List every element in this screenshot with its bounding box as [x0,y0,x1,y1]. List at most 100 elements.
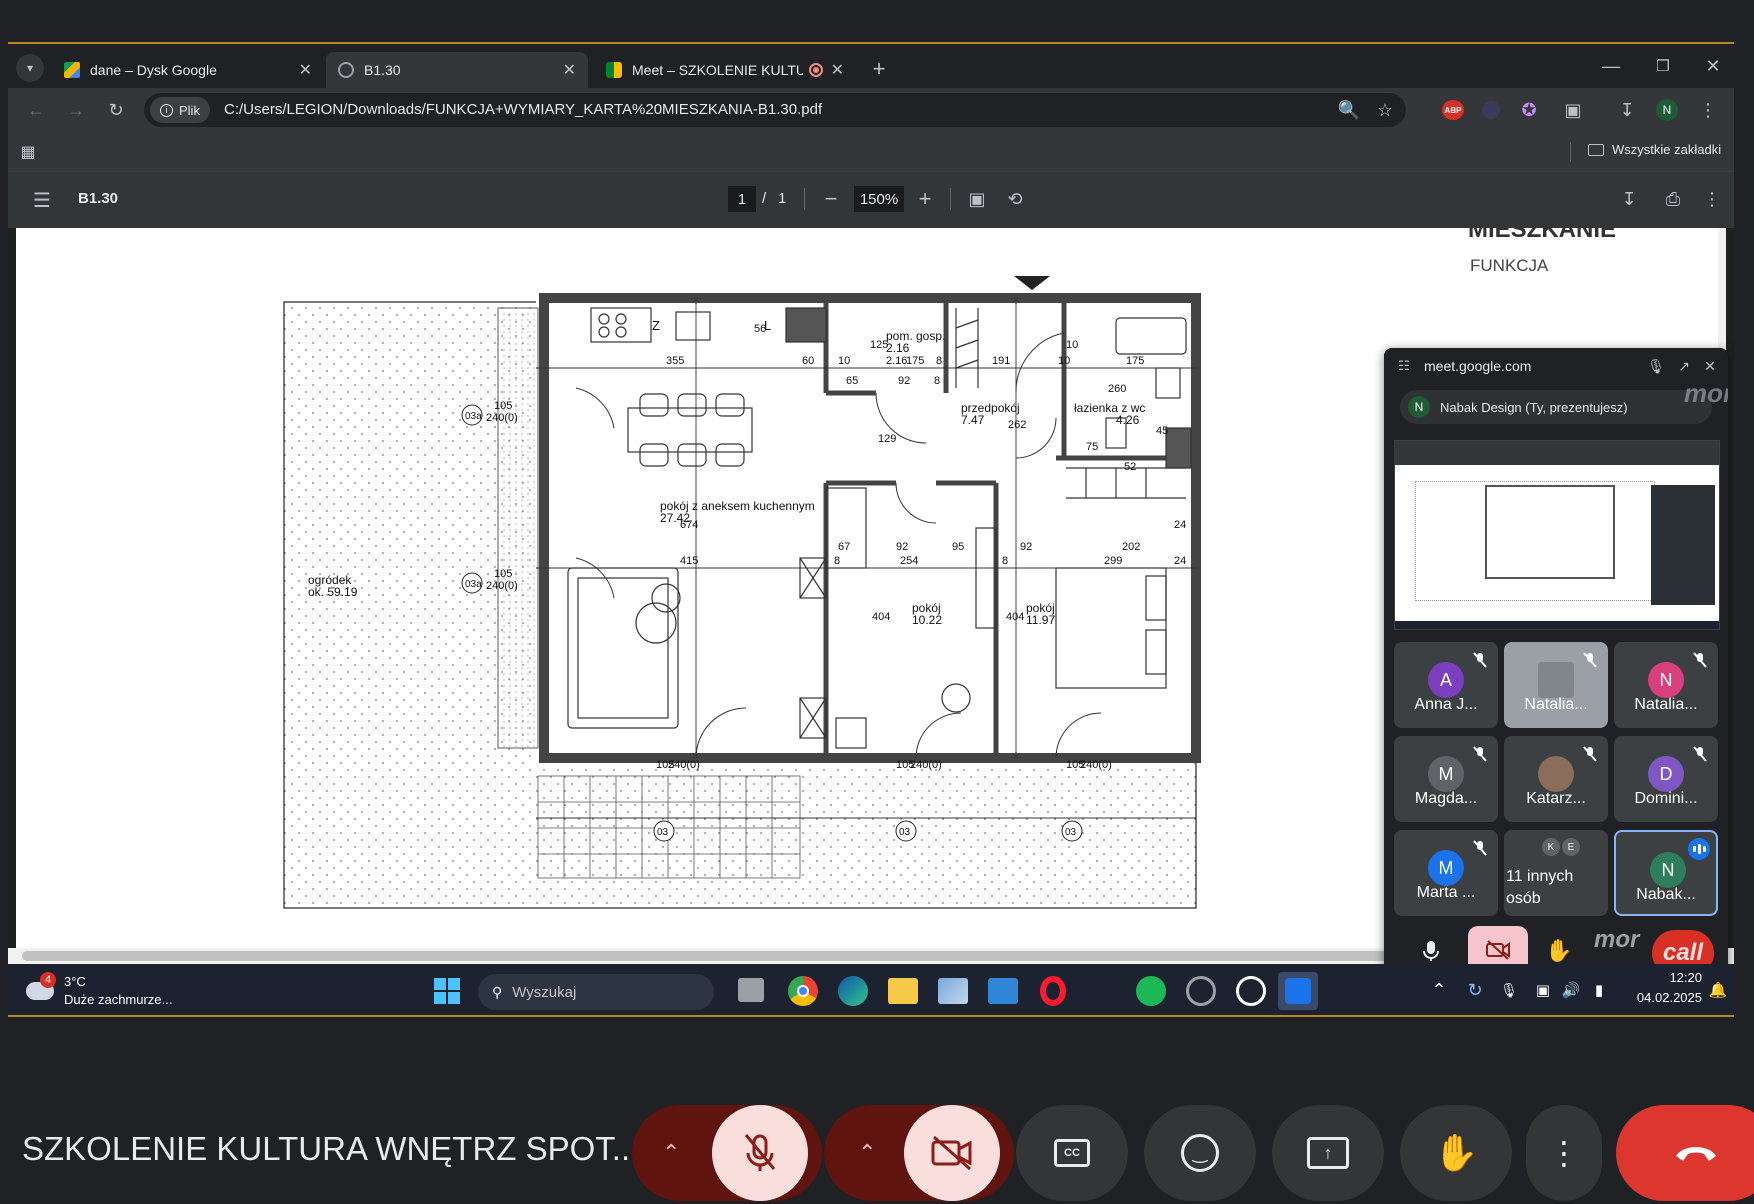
close-icon[interactable]: ✕ [563,60,576,80]
chrome-icon[interactable] [788,976,818,1006]
svg-text:355: 355 [666,355,684,367]
zoom-out-icon[interactable]: − [818,186,844,212]
zoom-level-input[interactable]: 150% [854,186,904,212]
scrollbar-thumb[interactable] [22,951,1522,961]
chevron-up-icon: ⌃ [858,1140,877,1165]
tab-google-meet[interactable]: Meet – SZKOLENIE KULTUR ✕ [594,52,856,88]
sync-icon[interactable]: ↻ [1464,978,1486,1002]
svg-text:8: 8 [936,355,942,367]
network-icon[interactable]: ▣ [1532,978,1554,1002]
page-separator: / [762,190,767,207]
reactions-button[interactable]: ‿ [1144,1105,1256,1201]
kebab-menu-icon[interactable]: ⋮ [1698,97,1718,123]
minimize-icon[interactable]: — [1596,52,1626,80]
present-screen-button[interactable]: ↑ [1272,1105,1384,1201]
file-explorer-icon[interactable] [888,978,918,1004]
rotate-icon[interactable]: ⟲ [1002,186,1028,212]
battery-icon[interactable]: ▮ [1588,978,1610,1002]
close-icon[interactable]: ✕ [299,60,312,80]
volume-icon[interactable]: 🔊 [1560,978,1582,1002]
zoom-in-icon[interactable]: + [912,186,938,212]
tab-search-chevron-icon[interactable]: ▾ [16,54,44,82]
all-bookmarks-button[interactable]: Wszystkie zakładki [1588,142,1721,157]
search-placeholder: Wyszukaj [512,983,577,1001]
meet-pip-window[interactable]: ☷ meet.google.com 🎙 ↗ ✕ N Nabak Design (… [1384,348,1728,988]
extensions-icon[interactable]: ▣ [1560,97,1586,123]
raise-hand-button[interactable]: ✋ [1400,1105,1512,1201]
download-icon[interactable]: ↧ [1614,97,1640,123]
forward-arrow-icon[interactable]: → [62,96,90,124]
restore-icon[interactable]: ❐ [1648,52,1678,80]
microphone-icon[interactable]: 🎙 [1498,978,1520,1002]
app-icon[interactable] [1186,976,1216,1006]
meet-control-bar: SZKOLENIE KULTURA WNĘTRZ SPOT... ⌃ ⌃ CC … [0,1080,1754,1204]
page-number-input[interactable]: 1 [728,186,756,212]
kebab-menu-icon[interactable]: ⋮ [1702,186,1722,212]
steam-like-icon[interactable] [1236,976,1266,1006]
tab-pdf-b130[interactable]: B1.30 ✕ [326,52,588,88]
self-participant-tile[interactable]: N Nabak... [1614,830,1718,916]
close-icon[interactable]: ✕ [1700,356,1720,376]
other-participants-tile[interactable]: K E 11 innych osób [1504,830,1608,916]
edge-icon[interactable] [838,976,868,1006]
fit-page-icon[interactable]: ▣ [964,186,990,212]
participant-tile[interactable]: A Anna J... [1394,642,1498,728]
new-tab-plus-icon[interactable]: + [866,56,892,82]
svg-text:105: 105 [494,568,512,580]
captions-button[interactable]: CC [1016,1105,1128,1201]
participant-tile[interactable]: Natalia... [1504,642,1608,728]
back-to-tab-icon[interactable]: ↗ [1674,356,1694,376]
svg-text:7.47: 7.47 [961,413,985,427]
site-settings-icon[interactable]: ☷ [1394,356,1414,376]
task-view-icon[interactable] [738,978,764,1002]
kebab-menu-icon: ⋮ [1548,1135,1580,1171]
microphone-icon[interactable]: 🎙 [1646,356,1666,376]
svg-text:240(0): 240(0) [486,580,518,592]
close-icon[interactable]: ✕ [831,60,844,80]
back-arrow-icon[interactable]: ← [22,96,50,124]
participant-tile[interactable]: Katarz... [1504,736,1608,822]
svg-text:03a: 03a [465,411,482,422]
camera-off-icon [931,1135,972,1171]
participant-tile[interactable]: N Natalia... [1614,642,1718,728]
svg-text:404: 404 [1006,611,1024,623]
participant-tile[interactable]: M Magda... [1394,736,1498,822]
weather-desc: Duże zachmurze... [64,992,173,1007]
more-options-button[interactable]: ⋮ [1526,1105,1602,1201]
opera-icon[interactable] [1040,976,1066,1006]
weather-widget[interactable]: 4 3°C Duże zachmurze... [24,972,204,1012]
microphone-off-button[interactable] [712,1105,808,1201]
profile-avatar[interactable]: N [1656,99,1678,121]
close-window-icon[interactable]: ✕ [1698,52,1728,80]
participant-tile[interactable]: M Marta ... [1394,830,1498,916]
taskbar-search-box[interactable]: ⚲ Wyszukaj [478,974,714,1010]
notification-bell-icon[interactable]: 🔔 [1708,978,1728,1002]
print-icon[interactable]: ⎙ [1660,186,1686,212]
clock-date[interactable]: 04.02.2025 [1620,990,1702,1005]
apps-grid-icon[interactable]: ▦ [16,140,40,164]
camera-off-button[interactable] [904,1105,1000,1201]
tab-google-drive[interactable]: dane – Dysk Google ✕ [52,52,324,88]
chevron-up-icon[interactable]: ⌃ [1428,978,1450,1002]
adblock-icon[interactable]: ABP [1442,100,1464,120]
download-icon[interactable]: ↧ [1616,186,1642,212]
reload-icon[interactable]: ↻ [102,96,130,124]
chevron-up-icon: ⌃ [662,1140,681,1165]
participant-tile[interactable]: D Domini... [1614,736,1718,822]
clock-time[interactable]: 12:20 [1640,970,1702,985]
svg-text:52: 52 [1124,461,1136,473]
site-info-chip[interactable]: i Plik [150,97,210,123]
address-bar[interactable]: i Plik C:/Users/LEGION/Downloads/FUNKCJA… [144,93,1406,127]
extension-icon[interactable] [1482,101,1500,119]
mail-icon[interactable] [988,978,1018,1004]
leave-call-button[interactable] [1616,1105,1754,1201]
windows-start-icon[interactable] [434,978,460,1004]
zoom-icon[interactable]: 🔍 [1336,97,1362,123]
extension-puzzle-icon[interactable]: ✪ [1516,97,1542,123]
svg-text:125: 125 [870,339,888,351]
menu-icon[interactable]: ☰ [28,186,56,214]
star-icon[interactable]: ☆ [1372,97,1398,123]
photos-icon[interactable] [938,978,968,1004]
spotify-icon[interactable] [1136,976,1166,1006]
active-app-icon[interactable] [1278,972,1318,1010]
